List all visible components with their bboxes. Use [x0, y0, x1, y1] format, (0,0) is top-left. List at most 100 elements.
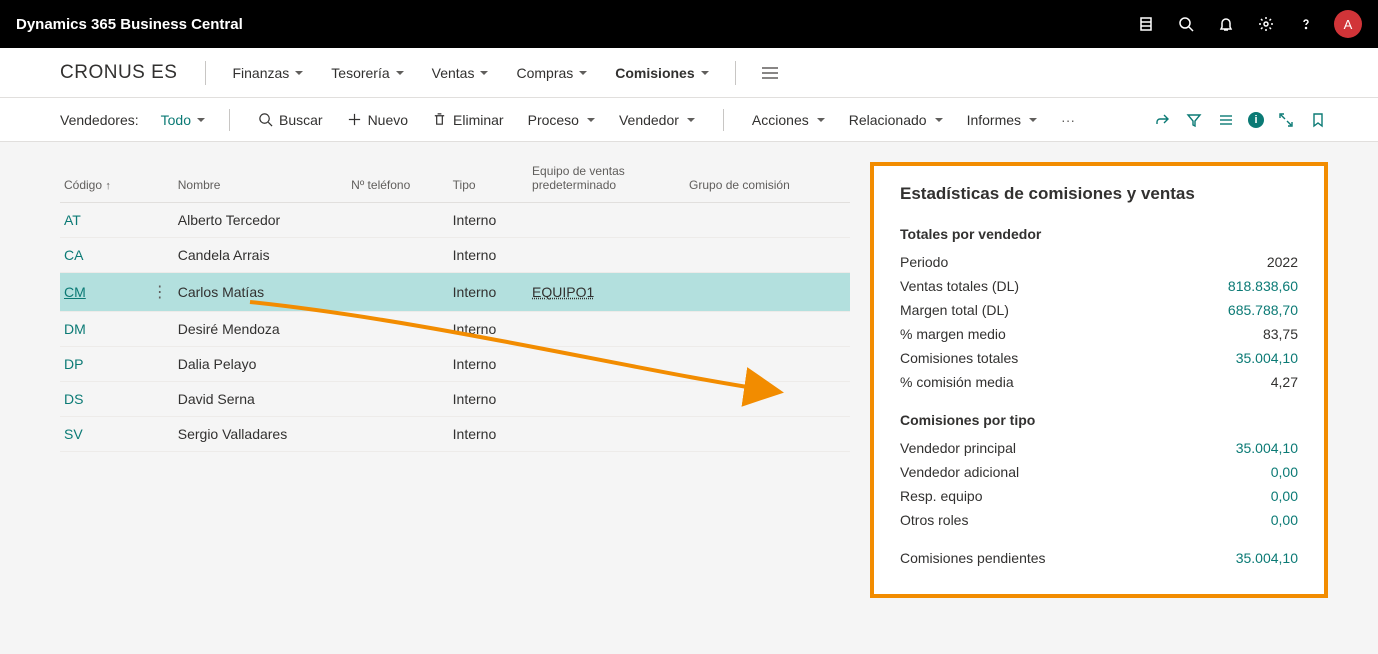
- commission-stats-factbox: Estadísticas de comisiones y ventas Tota…: [870, 162, 1328, 598]
- table-row[interactable]: DSDavid SernaInterno: [60, 382, 850, 417]
- chevron-down-icon: [935, 118, 943, 122]
- value-avg-comm: 4,27: [1271, 374, 1298, 390]
- cell-name: Desiré Mendoza: [178, 312, 351, 347]
- code-link[interactable]: AT: [64, 212, 81, 228]
- col-name[interactable]: Nombre: [178, 156, 351, 203]
- label-total-margin: Margen total (DL): [900, 302, 1009, 318]
- share-icon[interactable]: [1152, 110, 1172, 130]
- cell-team[interactable]: EQUIPO1: [532, 273, 689, 312]
- value-pending[interactable]: 35.004,10: [1236, 550, 1298, 566]
- detach-icon[interactable]: [1276, 110, 1296, 130]
- code-link[interactable]: CA: [64, 247, 83, 263]
- col-phone[interactable]: Nº teléfono: [351, 156, 452, 203]
- more-options[interactable]: ···: [1051, 98, 1085, 142]
- label-avg-margin: % margen medio: [900, 326, 1006, 342]
- nav-tesoreria[interactable]: Tesorería: [317, 48, 417, 98]
- col-group[interactable]: Grupo de comisión: [689, 156, 850, 203]
- label-total-sales: Ventas totales (DL): [900, 278, 1019, 294]
- cell-phone: [351, 312, 452, 347]
- code-link[interactable]: DM: [64, 321, 86, 337]
- factbox-toggle-icon[interactable]: i: [1248, 112, 1264, 128]
- vendor-menu[interactable]: Vendedor: [609, 98, 705, 142]
- settings-icon[interactable]: [1246, 0, 1286, 48]
- list-title: Vendedores:: [60, 112, 139, 128]
- delete-button[interactable]: Eliminar: [422, 98, 514, 142]
- code-link[interactable]: DP: [64, 356, 83, 372]
- chevron-down-icon: [687, 118, 695, 122]
- row-menu-icon[interactable]: ⋮: [150, 273, 178, 312]
- table-row[interactable]: CACandela ArraisInterno: [60, 238, 850, 273]
- related-menu[interactable]: Relacionado: [839, 98, 953, 142]
- cell-type: Interno: [453, 203, 532, 238]
- chevron-down-icon: [480, 71, 488, 75]
- search-icon[interactable]: [1166, 0, 1206, 48]
- label-other-roles: Otros roles: [900, 512, 968, 528]
- cell-name: Carlos Matías: [178, 273, 351, 312]
- nav-comisiones[interactable]: Comisiones: [601, 48, 722, 98]
- value-total-margin[interactable]: 685.788,70: [1228, 302, 1298, 318]
- value-team-resp[interactable]: 0,00: [1271, 488, 1298, 504]
- user-avatar[interactable]: A: [1334, 10, 1362, 38]
- cell-group: [689, 417, 850, 452]
- bookmark-icon[interactable]: [1308, 110, 1328, 130]
- page-toolbar: Vendedores: Todo Buscar Nuevo Eliminar P…: [0, 98, 1378, 142]
- search-button[interactable]: Buscar: [248, 98, 333, 142]
- divider: [205, 61, 206, 85]
- col-code[interactable]: Código ↑: [60, 156, 150, 203]
- view-filter[interactable]: Todo: [155, 112, 211, 128]
- sort-ascending-icon: ↑: [105, 180, 111, 192]
- notifications-icon[interactable]: [1206, 0, 1246, 48]
- table-row[interactable]: SVSergio ValladaresInterno: [60, 417, 850, 452]
- row-menu-icon[interactable]: [150, 238, 178, 273]
- col-type[interactable]: Tipo: [453, 156, 532, 203]
- row-menu-icon[interactable]: [150, 347, 178, 382]
- cell-group: [689, 382, 850, 417]
- row-menu-icon[interactable]: [150, 312, 178, 347]
- cell-type: Interno: [453, 238, 532, 273]
- nav-ventas[interactable]: Ventas: [418, 48, 503, 98]
- table-header-row: Código ↑ Nombre Nº teléfono Tipo Equipo …: [60, 156, 850, 203]
- nav-finanzas[interactable]: Finanzas: [218, 48, 317, 98]
- nav-menu-icon[interactable]: [748, 48, 792, 98]
- environment-icon[interactable]: [1126, 0, 1166, 48]
- row-menu-icon[interactable]: [150, 203, 178, 238]
- col-team[interactable]: Equipo de ventas predeterminado: [532, 156, 689, 203]
- cell-group: [689, 312, 850, 347]
- new-button[interactable]: Nuevo: [337, 98, 418, 142]
- cell-phone: [351, 417, 452, 452]
- code-link[interactable]: SV: [64, 426, 83, 442]
- row-menu-icon[interactable]: [150, 382, 178, 417]
- label-pending: Comisiones pendientes: [900, 550, 1046, 566]
- help-icon[interactable]: [1286, 0, 1326, 48]
- value-main-seller[interactable]: 35.004,10: [1236, 440, 1298, 456]
- chevron-down-icon: [396, 71, 404, 75]
- value-other-roles[interactable]: 0,00: [1271, 512, 1298, 528]
- table-row[interactable]: DPDalia PelayoInterno: [60, 347, 850, 382]
- cell-phone: [351, 347, 452, 382]
- table-row[interactable]: ATAlberto TercedorInterno: [60, 203, 850, 238]
- value-total-sales[interactable]: 818.838,60: [1228, 278, 1298, 294]
- cell-type: Interno: [453, 382, 532, 417]
- value-total-comm[interactable]: 35.004,10: [1236, 350, 1298, 366]
- chevron-down-icon: [701, 71, 709, 75]
- company-name[interactable]: CRONUS ES: [60, 62, 177, 84]
- reports-menu[interactable]: Informes: [957, 98, 1047, 142]
- nav-compras[interactable]: Compras: [502, 48, 601, 98]
- row-menu-icon[interactable]: [150, 417, 178, 452]
- filter-icon[interactable]: [1184, 110, 1204, 130]
- value-add-seller[interactable]: 0,00: [1271, 464, 1298, 480]
- actions-menu[interactable]: Acciones: [742, 98, 835, 142]
- code-link[interactable]: DS: [64, 391, 83, 407]
- process-menu[interactable]: Proceso: [518, 98, 605, 142]
- cell-type: Interno: [453, 273, 532, 312]
- cell-type: Interno: [453, 417, 532, 452]
- table-row[interactable]: DMDesiré MendozaInterno: [60, 312, 850, 347]
- chevron-down-icon: [197, 118, 205, 122]
- factbox-section-totals: Totales por vendedor: [900, 226, 1298, 242]
- cell-group: [689, 347, 850, 382]
- list-view-icon[interactable]: [1216, 110, 1236, 130]
- code-link[interactable]: CM: [64, 284, 86, 300]
- cell-team: [532, 203, 689, 238]
- cell-phone: [351, 382, 452, 417]
- table-row[interactable]: CM ⋮Carlos Matías InternoEQUIPO1: [60, 273, 850, 312]
